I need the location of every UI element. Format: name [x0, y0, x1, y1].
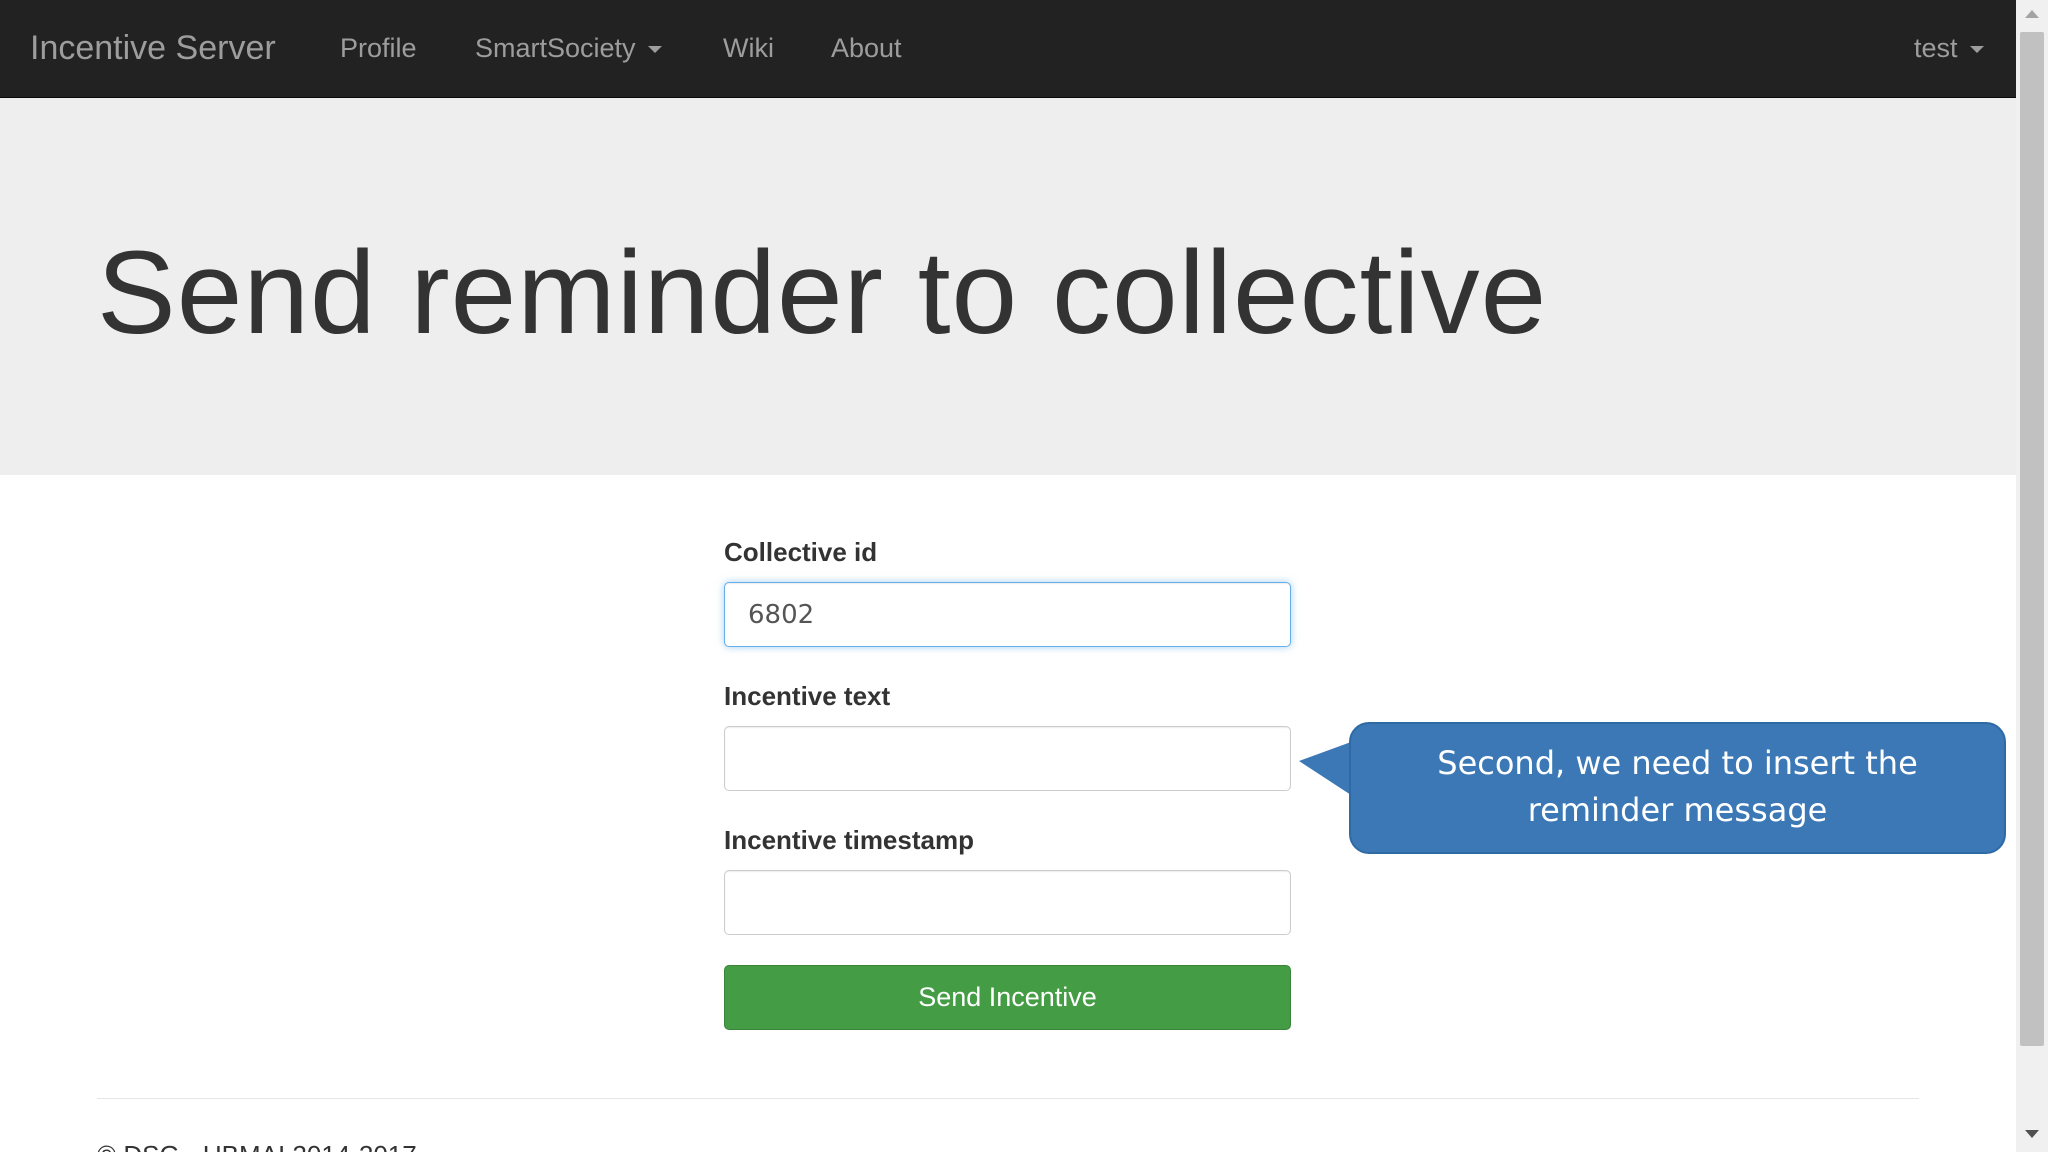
scroll-up-arrow-icon[interactable]	[2025, 10, 2039, 18]
footer-divider	[97, 1098, 1919, 1099]
jumbotron: Send reminder to collective	[0, 98, 2016, 475]
collective-id-label: Collective id	[724, 537, 878, 567]
caret-down-icon	[1969, 46, 1984, 54]
brand-link[interactable]: Incentive Server	[30, 0, 276, 98]
collective-id-input[interactable]	[724, 582, 1291, 647]
incentive-text-label: Incentive text	[724, 681, 891, 711]
user-menu-label: test	[1914, 33, 1958, 63]
nav-item-smartsociety[interactable]: SmartSociety	[475, 0, 662, 98]
tutorial-callout: Second, we need to insert the reminder m…	[1349, 722, 2006, 854]
callout-pointer	[1299, 742, 1351, 795]
nav-item-wiki[interactable]: Wiki	[723, 0, 774, 98]
send-incentive-button[interactable]: Send Incentive	[724, 965, 1291, 1030]
vertical-scrollbar[interactable]	[2016, 0, 2048, 1152]
nav-item-smartsociety-label: SmartSociety	[475, 33, 636, 63]
page-title: Send reminder to collective	[97, 227, 1548, 359]
top-navbar: Incentive Server Profile SmartSociety Wi…	[0, 0, 2016, 98]
incentive-timestamp-input[interactable]	[724, 870, 1291, 935]
incentive-timestamp-label: Incentive timestamp	[724, 825, 974, 855]
callout-line-1: Second, we need to insert the	[1437, 744, 1918, 782]
page: Incentive Server Profile SmartSociety Wi…	[0, 0, 2048, 1152]
incentive-text-input[interactable]	[724, 726, 1291, 791]
scroll-thumb[interactable]	[2020, 32, 2044, 1046]
footer-copyright: © DSG - UBMAI 2014-2017	[97, 1140, 417, 1152]
callout-line-2: reminder message	[1527, 791, 1828, 829]
nav-item-profile[interactable]: Profile	[340, 0, 417, 98]
scroll-down-arrow-icon[interactable]	[2025, 1130, 2039, 1138]
nav-item-about[interactable]: About	[831, 0, 902, 98]
user-menu[interactable]: test	[1914, 0, 1984, 98]
caret-down-icon	[647, 46, 662, 54]
